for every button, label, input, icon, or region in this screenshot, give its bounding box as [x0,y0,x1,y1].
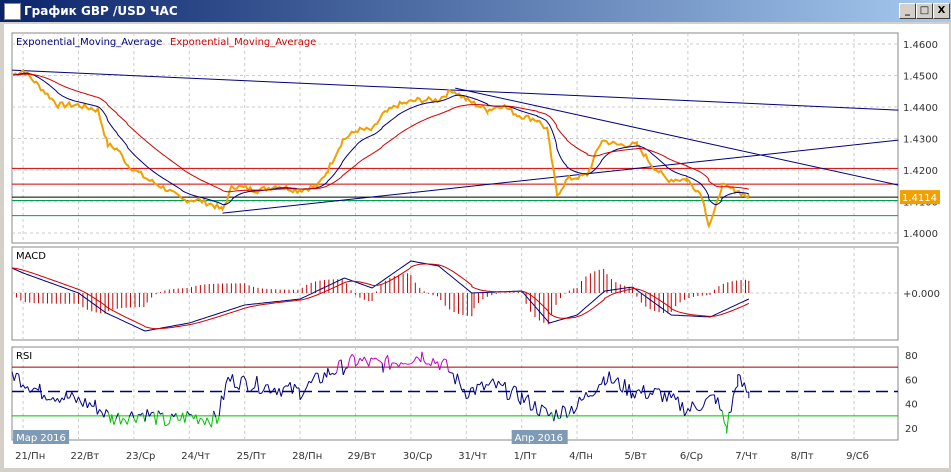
x-axis-label: 28/Пн [292,451,322,462]
price-tick-label: 1.4000 [903,229,938,240]
x-axis-label: 5/Вт [624,451,647,462]
current-price-label: 1.4114 [902,193,937,204]
x-axis-label: 25/Пт [237,451,267,462]
x-axis-label: 6/Ср [680,451,703,462]
chart-svg[interactable]: 21/Пн 22/Вт 23/Ср 24/Чт 25/Пт 28/Пн 29/Вт 30/Ср… [4,24,949,468]
legend-ema-fast: Exponential_Moving_Average [16,37,162,48]
macd-label: MACD [16,251,46,262]
price-tick-label: 1.4200 [903,166,938,177]
rsi-pane [12,347,898,440]
rsi-line-segment [138,414,140,415]
legend-ema-slow: Exponential_Moving_Average [170,37,316,48]
price-tick-label: 1.4500 [903,72,938,83]
macd-tick-label: +0.000 [903,289,940,300]
price-tick-label: 1.4300 [903,135,938,146]
window-title: График GBP /USD ЧАС [24,4,178,18]
rsi-line-segment [531,410,533,411]
rsi-tick-label: 20 [905,424,918,435]
month-label: Апр 2016 [515,433,563,444]
x-axis-label: 4/Пн [569,451,593,462]
x-axis-label: 29/Вт [347,451,376,462]
month-label: Мар 2016 [16,433,66,444]
x-axis-label: 22/Вт [70,451,99,462]
close-button[interactable]: X [933,3,950,19]
rsi-line-segment [426,364,428,365]
x-axis-label: 23/Ср [126,451,155,462]
rsi-tick-label: 60 [905,375,918,386]
x-axis-label: 21/Пн [15,451,45,462]
rsi-line-segment [405,364,407,365]
price-tick-label: 1.4600 [903,40,938,51]
rsi-line-segment [444,359,446,360]
rsi-line-segment [590,396,592,397]
x-axis-label: 9/Сб [846,451,869,462]
price-tick-label: 1.4400 [903,103,938,114]
rsi-line-segment [320,382,322,383]
rsi-line-segment [394,363,396,364]
minimize-button[interactable]: _ [899,3,916,19]
x-axis-label: 1/Пт [514,451,537,462]
x-axis-label: 7/Чт [735,451,758,462]
x-axis-label: 31/Чт [458,451,487,462]
title-bar: График GBP /USD ЧАС _ □ X [0,0,951,22]
rsi-line-segment [46,400,48,401]
chart-area[interactable]: 21/Пн 22/Вт 23/Ср 24/Чт 25/Пт 28/Пн 29/Вт 30/Ср… [4,24,949,468]
rsi-line-segment [507,399,509,400]
rsi-label: RSI [16,351,32,362]
rsi-tick-label: 80 [905,351,918,362]
maximize-button[interactable]: □ [916,3,933,19]
rsi-tick-label: 40 [905,400,918,411]
x-axis-label: 30/Ср [403,451,432,462]
x-axis-label: 24/Чт [181,451,210,462]
rsi-line-segment [699,410,701,411]
x-axis-label: 8/Пт [791,451,814,462]
chart-app-icon [4,3,21,20]
